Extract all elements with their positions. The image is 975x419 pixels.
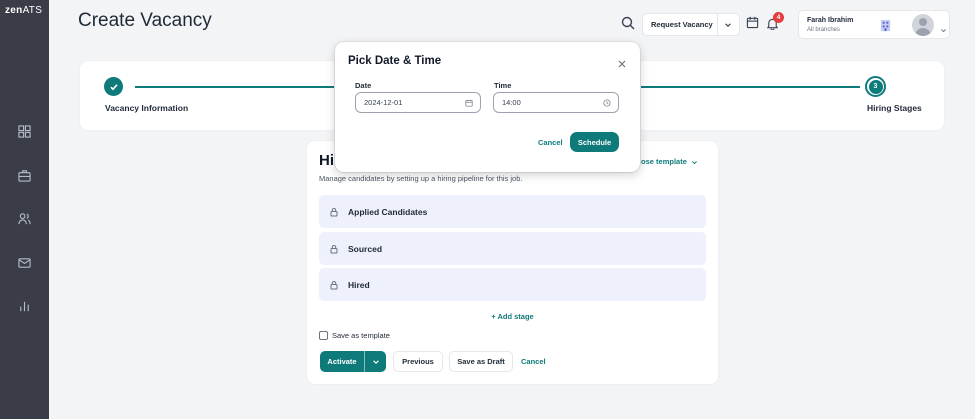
notification-badge: 4: [773, 12, 784, 23]
users-icon[interactable]: [18, 212, 31, 225]
request-vacancy-label: Request Vacancy: [651, 20, 713, 29]
request-vacancy-button[interactable]: Request Vacancy: [642, 13, 740, 36]
pick-date-time-dialog: Pick Date & Time Date 2024-12-01 Time 14…: [335, 42, 640, 172]
user-menu[interactable]: Farah Ibrahim All branches: [798, 10, 950, 39]
stage-name: Applied Candidates: [348, 206, 428, 217]
calendar-icon[interactable]: [746, 16, 759, 29]
stage-item[interactable]: Hired: [319, 268, 706, 301]
briefcase-icon[interactable]: [18, 169, 31, 182]
step-connector: [640, 86, 860, 88]
button-divider: [364, 351, 365, 372]
hiring-stages-card: Hi oose template Manage candidates by se…: [307, 141, 718, 384]
mail-icon[interactable]: [18, 256, 31, 269]
add-stage-link[interactable]: + Add stage: [307, 312, 718, 321]
step-connector: [135, 86, 335, 88]
checkmark-icon: [109, 83, 118, 90]
sidebar: zenATS: [0, 0, 49, 419]
lock-icon: [330, 207, 338, 216]
chevron-down-icon[interactable]: [718, 21, 740, 29]
choose-template-dropdown[interactable]: oose template: [636, 157, 698, 166]
step-completed-indicator[interactable]: [104, 77, 123, 96]
date-field[interactable]: 2024-12-01: [355, 92, 481, 113]
lock-icon: [330, 244, 338, 253]
app-logo[interactable]: zenATS: [5, 5, 42, 16]
date-value: 2024-12-01: [364, 98, 403, 107]
time-field[interactable]: 14:00: [493, 92, 619, 113]
dialog-title: Pick Date & Time: [348, 55, 442, 67]
calendar-icon: [465, 99, 473, 107]
chevron-down-icon[interactable]: [940, 21, 947, 39]
stage-item[interactable]: Applied Candidates: [319, 195, 706, 228]
stage-name: Hired: [348, 279, 370, 290]
step-current-indicator[interactable]: 3: [865, 76, 886, 97]
save-as-template-checkbox[interactable]: [319, 331, 328, 340]
stage-name: Sourced: [348, 243, 383, 254]
close-icon[interactable]: [617, 56, 627, 68]
time-label: Time: [494, 81, 512, 90]
stage-item[interactable]: Sourced: [319, 232, 706, 265]
avatar[interactable]: [912, 14, 934, 36]
step-label-vacancy-information[interactable]: Vacancy Information: [105, 103, 188, 113]
save-as-template-label: Save as template: [332, 331, 390, 340]
dashboard-grid-icon[interactable]: [18, 125, 31, 138]
date-label: Date: [355, 81, 372, 90]
save-as-draft-button[interactable]: Save as Draft: [449, 351, 513, 372]
building-icon: [879, 19, 892, 32]
bar-chart-icon[interactable]: [18, 300, 31, 313]
user-name: Farah Ibrahim: [807, 17, 854, 24]
logo-suffix: ATS: [22, 5, 43, 16]
cancel-button[interactable]: Cancel: [521, 357, 546, 366]
search-icon[interactable]: [621, 16, 635, 30]
section-description: Manage candidates by setting up a hiring…: [319, 174, 523, 183]
chevron-down-icon: [692, 160, 697, 164]
clock-icon: [603, 98, 611, 107]
schedule-button[interactable]: Schedule: [570, 132, 619, 152]
dialog-cancel-button[interactable]: Cancel: [538, 138, 563, 147]
activate-button[interactable]: Activate: [320, 351, 386, 372]
step-number: 3: [868, 79, 883, 94]
section-title: Hi: [319, 152, 334, 169]
logo-text: zen: [5, 5, 23, 16]
user-branch: All branches: [807, 26, 841, 33]
choose-template-label: oose template: [636, 157, 687, 166]
page-title: Create Vacancy: [78, 10, 212, 31]
previous-button[interactable]: Previous: [393, 351, 443, 372]
save-as-template-option[interactable]: Save as template: [319, 331, 390, 340]
lock-icon: [330, 280, 338, 289]
step-label-hiring-stages[interactable]: Hiring Stages: [867, 103, 922, 113]
time-value: 14:00: [502, 98, 521, 107]
activate-label: Activate: [327, 357, 357, 366]
chevron-down-icon[interactable]: [365, 358, 386, 366]
